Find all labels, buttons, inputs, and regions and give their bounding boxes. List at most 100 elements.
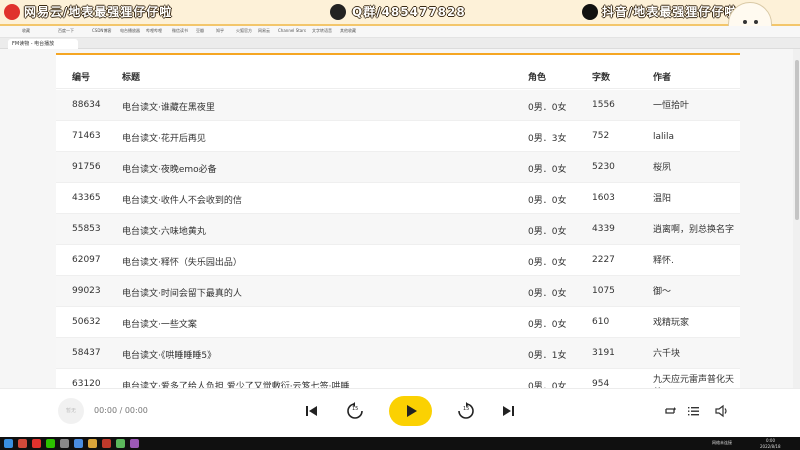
cell-id: 55853: [72, 224, 101, 234]
table-row[interactable]: 50632 电台读文·一些文案 0男．0女 610 戏精玩家: [56, 307, 740, 338]
cell-title[interactable]: 电台读文·释怀（失乐园出品）: [122, 255, 242, 268]
cell-roles: 0男．0女: [528, 320, 567, 330]
cell-roles: 0男．0女: [528, 227, 567, 237]
bookmark-item[interactable]: 网易云: [258, 28, 270, 34]
cell-roles: 0男．0女: [528, 165, 567, 175]
bookmark-item[interactable]: 豆瓣: [196, 28, 204, 34]
app-icon[interactable]: [102, 439, 111, 448]
cell-author: 御～: [653, 287, 672, 297]
cell-author: 戏精玩家: [653, 318, 690, 328]
cell-author: 一恒拾叶: [653, 101, 690, 111]
previous-button[interactable]: [302, 401, 322, 421]
clock-date: 2022/8/18: [760, 444, 781, 449]
bookmark-item[interactable]: 百度一下: [58, 28, 74, 34]
header-id: 编号: [72, 73, 91, 83]
netease-music-icon: [4, 4, 20, 20]
table-row[interactable]: 55853 电台读文·六味地黄丸 0男．0女 4339 逍离啊，别总换名字: [56, 214, 740, 245]
cell-id: 88634: [72, 100, 101, 110]
previous-icon: [306, 406, 317, 416]
cell-id: 43365: [72, 193, 101, 203]
cell-author: 温阳: [653, 194, 672, 204]
cell-words: 752: [592, 131, 610, 141]
forward-15-button[interactable]: 15: [456, 401, 476, 421]
header-title: 标题: [122, 73, 141, 83]
cell-title[interactable]: 电台读文·谁藏在黑夜里: [122, 100, 215, 113]
next-button[interactable]: [498, 401, 518, 421]
cell-author: 桜夙: [653, 163, 672, 173]
browser-tab-strip: FM读物 - 电台播放: [0, 38, 800, 49]
cell-roles: 0男．0女: [528, 258, 567, 268]
cell-words: 1075: [592, 286, 615, 296]
cell-words: 610: [592, 317, 610, 327]
cell-words: 1556: [592, 100, 615, 110]
playlist-button[interactable]: [684, 401, 704, 421]
bookmark-item[interactable]: CSDN博客: [92, 28, 111, 34]
table-row[interactable]: 62097 电台读文·释怀（失乐园出品） 0男．0女 2227 释怀.: [56, 245, 740, 276]
clock-time: 0:00: [766, 438, 775, 443]
banner-netease-text: 网易云/地表最强狸仔仔啦: [24, 5, 173, 19]
os-taskbar: 网络未连接 0:00 2022/8/18: [0, 437, 800, 450]
article-table: 编号 标题 角色 字数 作者 88634 电台读文·谁藏在黑夜里 0男．0女 1…: [56, 53, 740, 388]
cell-title[interactable]: 电台读文·爱多了给人负担 爱少了又觉敷衍·云笈七签·哄睡: [122, 379, 349, 388]
playlist-icon: [688, 407, 699, 416]
cell-roles: 0男．0女: [528, 289, 567, 299]
app-icon[interactable]: [88, 439, 97, 448]
cell-words: 954: [592, 379, 610, 388]
cell-author: 六千块: [653, 349, 681, 359]
tab-active[interactable]: FM读物 - 电台播放: [8, 39, 78, 49]
cell-title[interactable]: 电台读文·收件人不会收到的信: [122, 193, 242, 206]
table-row[interactable]: 58437 电台读文·《哄睡睡睡5》 0男．1女 3191 六千块: [56, 338, 740, 369]
cell-roles: 0男．0女: [528, 103, 567, 113]
cell-title[interactable]: 电台读文·《哄睡睡睡5》: [122, 348, 216, 361]
cell-author: 释怀.: [653, 256, 674, 266]
cell-title[interactable]: 电台读文·夜晚emo必备: [122, 162, 217, 175]
table-row[interactable]: 43365 电台读文·收件人不会收到的信 0男．0女 1603 温阳: [56, 183, 740, 214]
bookmark-item[interactable]: 微信读书: [172, 28, 188, 34]
track-cover[interactable]: 暂无: [58, 398, 84, 424]
cell-title[interactable]: 电台读文·花开后再见: [122, 131, 206, 144]
app-icon[interactable]: [60, 439, 69, 448]
start-icon[interactable]: [4, 439, 13, 448]
cell-words: 1603: [592, 193, 615, 203]
wechat-icon[interactable]: [46, 439, 55, 448]
table-row[interactable]: 91756 电台读文·夜晚emo必备 0男．0女 5230 桜夙: [56, 152, 740, 183]
app-icon[interactable]: [32, 439, 41, 448]
app-icon[interactable]: [18, 439, 27, 448]
cell-title[interactable]: 电台读文·时间会留下最真的人: [122, 286, 242, 299]
cell-title[interactable]: 电台读文·一些文案: [122, 317, 197, 330]
bookmark-item[interactable]: 文字转语音: [312, 28, 332, 34]
scrollbar-thumb[interactable]: [795, 60, 799, 220]
table-row[interactable]: 88634 电台读文·谁藏在黑夜里 0男．0女 1556 一恒拾叶: [56, 90, 740, 121]
cell-words: 2227: [592, 255, 615, 265]
player-bar: 暂无 00:00 / 00:00 15 15: [0, 388, 800, 437]
play-button[interactable]: [389, 396, 432, 426]
rewind-seconds: 15: [352, 406, 359, 412]
bookmark-item[interactable]: 知乎: [216, 28, 224, 34]
bookmark-item[interactable]: Channel Stars: [278, 28, 306, 33]
bookmark-item[interactable]: 其他收藏: [340, 28, 356, 34]
repeat-icon: [665, 407, 676, 414]
cell-title[interactable]: 电台读文·六味地黄丸: [122, 224, 206, 237]
app-icon[interactable]: [116, 439, 125, 448]
volume-button[interactable]: [712, 401, 732, 421]
tray-status: 网络未连接: [712, 440, 732, 445]
bookmarks-bar: 收藏 百度一下 CSDN博客 电台播放器 哔哩哔哩 微信读书 豆瓣 知乎 火狐官…: [0, 26, 800, 38]
bookmark-item[interactable]: 火狐官方: [236, 28, 252, 34]
banner-qq-text: Q群/485477828: [352, 5, 466, 19]
app-icon[interactable]: [130, 439, 139, 448]
bookmark-item[interactable]: 收藏: [22, 28, 30, 34]
bookmark-item[interactable]: 哔哩哔哩: [146, 28, 162, 34]
repeat-button[interactable]: [660, 401, 680, 421]
table-row[interactable]: 63120 电台读文·爱多了给人负担 爱少了又觉敷衍·云笈七签·哄睡 0男．0女…: [56, 369, 740, 388]
table-row[interactable]: 71463 电台读文·花开后再见 0男．3女 752 lalila: [56, 121, 740, 152]
cell-id: 71463: [72, 131, 101, 141]
rewind-15-button[interactable]: 15: [345, 401, 365, 421]
cell-roles: 0男．3女: [528, 134, 567, 144]
playback-time: 00:00 / 00:00: [94, 406, 148, 415]
browser-icon[interactable]: [74, 439, 83, 448]
cell-author: 逍离啊，别总换名字: [653, 225, 735, 235]
cell-roles: 0男．0女: [528, 196, 567, 206]
bookmark-item[interactable]: 电台播放器: [120, 28, 140, 34]
table-row[interactable]: 99023 电台读文·时间会留下最真的人 0男．0女 1075 御～: [56, 276, 740, 307]
cell-words: 3191: [592, 348, 615, 358]
